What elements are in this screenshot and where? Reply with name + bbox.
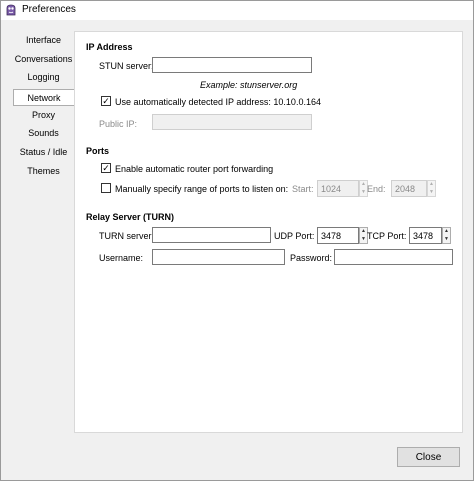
username-label: Username: (99, 253, 144, 263)
arrow-down-icon: ▼ (444, 235, 449, 242)
window-title: Preferences (22, 4, 76, 15)
public-ip-label: Public IP: (99, 119, 138, 129)
arrow-up-icon: ▲ (444, 228, 449, 235)
tab-sounds[interactable]: Sounds (13, 124, 74, 142)
ip-address-heading: IP Address (86, 42, 133, 52)
start-port-label: Start: (292, 184, 314, 194)
end-port-stepper[interactable]: 2048 (391, 180, 427, 197)
manual-ports-label[interactable]: Manually specify range of ports to liste… (115, 184, 288, 194)
end-port-spin-buttons[interactable]: ▲ ▼ (427, 180, 436, 197)
tab-logging[interactable]: Logging (13, 68, 74, 86)
checkmark-icon: ✓ (102, 96, 110, 106)
tcp-port-label: TCP Port: (367, 231, 407, 241)
arrow-up-icon: ▲ (429, 181, 434, 188)
username-input[interactable] (152, 249, 285, 265)
tab-proxy[interactable]: Proxy (13, 106, 74, 124)
tcp-port-spin-buttons[interactable]: ▲ ▼ (442, 227, 451, 244)
upnp-label[interactable]: Enable automatic router port forwarding (115, 164, 273, 174)
end-port-label: End: (367, 184, 386, 194)
arrow-down-icon: ▼ (429, 188, 434, 195)
stun-server-label: STUN server: (99, 61, 154, 71)
auto-ip-label[interactable]: Use automatically detected IP address: 1… (115, 97, 321, 107)
relay-heading: Relay Server (TURN) (86, 212, 175, 222)
tab-conversations[interactable]: Conversations (13, 50, 74, 68)
tcp-port-stepper[interactable]: 3478 (409, 227, 442, 244)
tab-themes[interactable]: Themes (13, 162, 74, 180)
stun-example-text: Example: stunserver.org (200, 80, 298, 90)
stun-server-input[interactable] (152, 57, 312, 73)
start-port-stepper[interactable]: 1024 (317, 180, 359, 197)
manual-ports-checkbox[interactable] (101, 183, 111, 193)
auto-ip-checkbox[interactable]: ✓ (101, 96, 111, 106)
arrow-down-icon: ▼ (361, 235, 366, 242)
public-ip-input[interactable] (152, 114, 312, 130)
pidgin-icon (4, 3, 18, 17)
tab-status-idle[interactable]: Status / Idle (13, 143, 74, 161)
checkmark-icon: ✓ (102, 163, 110, 173)
tab-interface[interactable]: Interface (13, 31, 74, 49)
password-label: Password: (290, 253, 333, 263)
udp-port-stepper[interactable]: 3478 (317, 227, 359, 244)
ports-heading: Ports (86, 146, 110, 156)
upnp-checkbox[interactable]: ✓ (101, 163, 111, 173)
arrow-up-icon: ▲ (361, 181, 366, 188)
turn-server-label: TURN server: (99, 231, 155, 241)
tab-network[interactable]: Network (13, 89, 74, 106)
arrow-up-icon: ▲ (361, 228, 366, 235)
arrow-down-icon: ▼ (361, 188, 366, 195)
turn-server-input[interactable] (152, 227, 271, 243)
udp-port-label: UDP Port: (274, 231, 315, 241)
password-input[interactable] (334, 249, 453, 265)
close-button[interactable]: Close (397, 447, 460, 467)
